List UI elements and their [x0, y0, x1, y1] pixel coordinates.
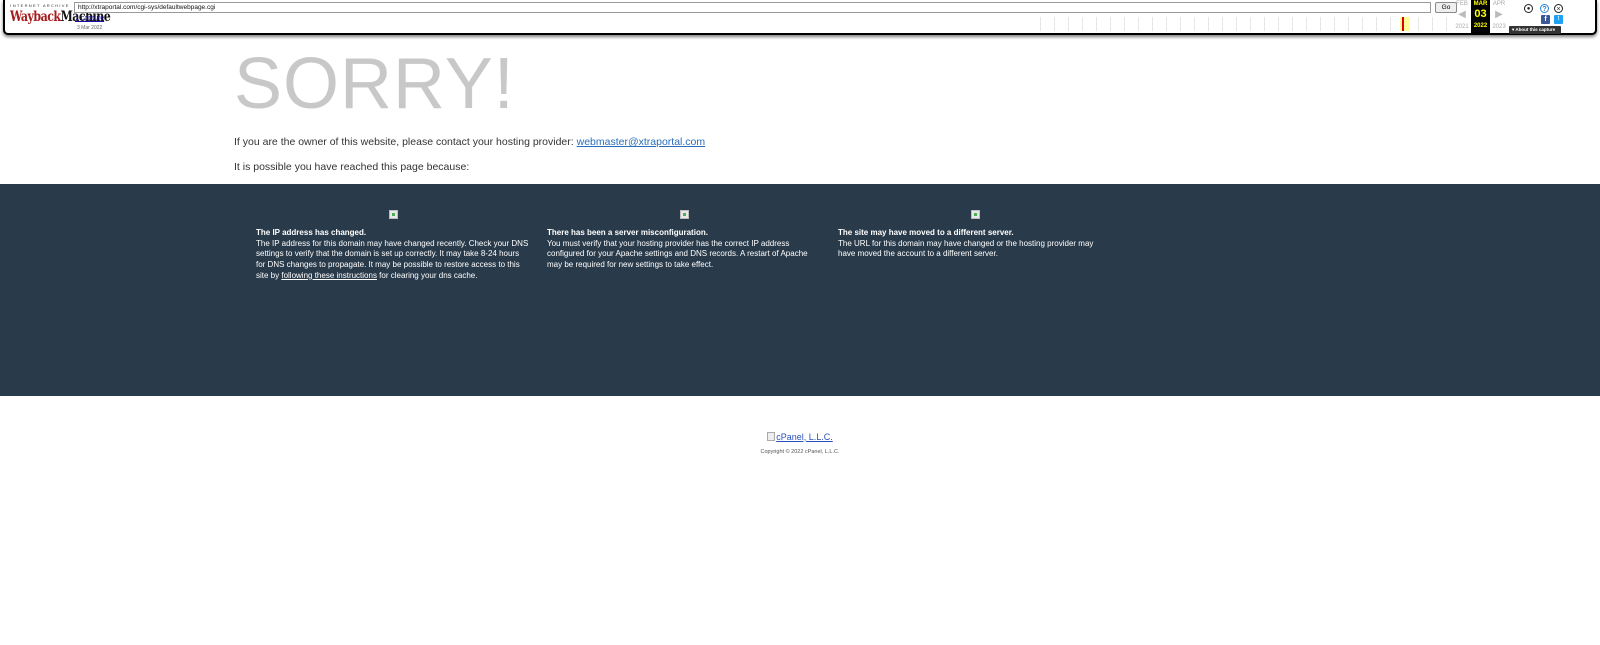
broken-image-icon [388, 210, 398, 219]
prev-year-label[interactable]: 2021 [1454, 24, 1470, 30]
main-content: SORRY! If you are the owner of this webs… [234, 44, 1134, 173]
current-day: 03 [1474, 8, 1487, 20]
broken-image-icon [970, 210, 980, 219]
reason-title: There has been a server misconfiguration… [547, 228, 708, 237]
reason-tail: for clearing your dns cache. [376, 270, 478, 280]
url-input[interactable]: http://xtraportal.com/cgi-sys/defaultweb… [74, 2, 1431, 13]
user-icon[interactable]: ● [1524, 4, 1533, 13]
timeline-tick [1292, 17, 1293, 31]
wayback-logo[interactable]: INTERNET ARCHIVE WaybackMachine [10, 3, 111, 31]
timeline-tick [1222, 17, 1223, 31]
timeline-tick [1166, 17, 1167, 31]
reason-body: You must verify that your hosting provid… [547, 238, 808, 270]
reason-title: The site may have moved to a different s… [838, 228, 1014, 237]
reasons-panel: The IP address has changed. The IP addre… [0, 184, 1600, 396]
owner-message: If you are the owner of this website, pl… [234, 136, 706, 148]
timeline-tick [1376, 17, 1377, 31]
timeline-tick [1334, 17, 1335, 31]
timeline-tick [1068, 17, 1069, 31]
prev-arrow-icon[interactable]: ◀ [1454, 9, 1470, 20]
timeline-tick [1278, 17, 1279, 31]
cpanel-logo-link[interactable]: cPanel, L.L.C. [767, 432, 833, 442]
timeline-tick [1306, 17, 1307, 31]
current-capture-date: MAR 03 2022 [1471, 0, 1490, 33]
timeline-tick [1208, 17, 1209, 31]
copyright-text: Copyright © 2022 cPanel, L.L.C. [760, 449, 840, 455]
page-title: SORRY! [234, 44, 515, 124]
reason-moved-server: The site may have moved to a different s… [838, 210, 1112, 260]
timeline-tick [1110, 17, 1111, 31]
timeline-tick [1264, 17, 1265, 31]
timeline-tick [1348, 17, 1349, 31]
timeline-tick [1054, 17, 1055, 31]
timeline-tick [1432, 17, 1433, 31]
timeline-tick [1138, 17, 1139, 31]
broken-image-icon [767, 432, 776, 441]
facebook-icon[interactable]: f [1541, 15, 1550, 24]
timeline-capture-marker[interactable] [1402, 17, 1404, 31]
timeline-tick [1082, 17, 1083, 31]
wayback-machine-wordmark: WaybackMachine [10, 8, 111, 25]
timeline-tick [1362, 17, 1363, 31]
help-icon[interactable]: ? [1540, 4, 1549, 13]
twitter-icon[interactable]: t [1554, 15, 1563, 24]
dns-instructions-link[interactable]: following these instructions [281, 271, 377, 280]
timeline-tick [1320, 17, 1321, 31]
timeline-tick [1180, 17, 1181, 31]
timeline-tick [1040, 17, 1041, 31]
timeline-tick [1124, 17, 1125, 31]
next-month-label[interactable]: APR [1491, 1, 1507, 7]
next-year-label[interactable]: 2023 [1491, 24, 1507, 30]
footer: cPanel, L.L.C. Copyright © 2022 cPanel, … [0, 428, 1600, 456]
reason-body: The URL for this domain may have changed… [838, 238, 1094, 259]
reason-title: The IP address has changed. [256, 228, 367, 237]
about-capture-button[interactable]: ▾ About this capture [1509, 26, 1561, 34]
capture-timeline[interactable] [1040, 17, 1455, 31]
close-icon[interactable]: × [1554, 4, 1563, 13]
reason-intro: It is possible you have reached this pag… [234, 161, 470, 173]
timeline-tick [1446, 17, 1447, 31]
timeline-tick [1390, 17, 1391, 31]
captures-link[interactable]: 1 capture [75, 15, 104, 22]
broken-image-icon [679, 210, 689, 219]
capture-date: 3 Mar 2022 [77, 25, 103, 31]
wayback-toolbar: INTERNET ARCHIVE WaybackMachine http://x… [3, 0, 1597, 35]
reason-misconfiguration: There has been a server misconfiguration… [547, 210, 821, 271]
timeline-tick [1194, 17, 1195, 31]
timeline-tick [1418, 17, 1419, 31]
prev-month-label[interactable]: FEB [1454, 1, 1470, 7]
timeline-tick [1250, 17, 1251, 31]
timeline-tick [1096, 17, 1097, 31]
next-arrow-icon[interactable]: ▶ [1491, 9, 1507, 20]
timeline-tick [1152, 17, 1153, 31]
reason-ip-changed: The IP address has changed. The IP addre… [256, 210, 530, 282]
webmaster-email-link[interactable]: webmaster@xtraportal.com [577, 136, 706, 148]
current-year: 2022 [1473, 23, 1488, 29]
timeline-tick [1236, 17, 1237, 31]
